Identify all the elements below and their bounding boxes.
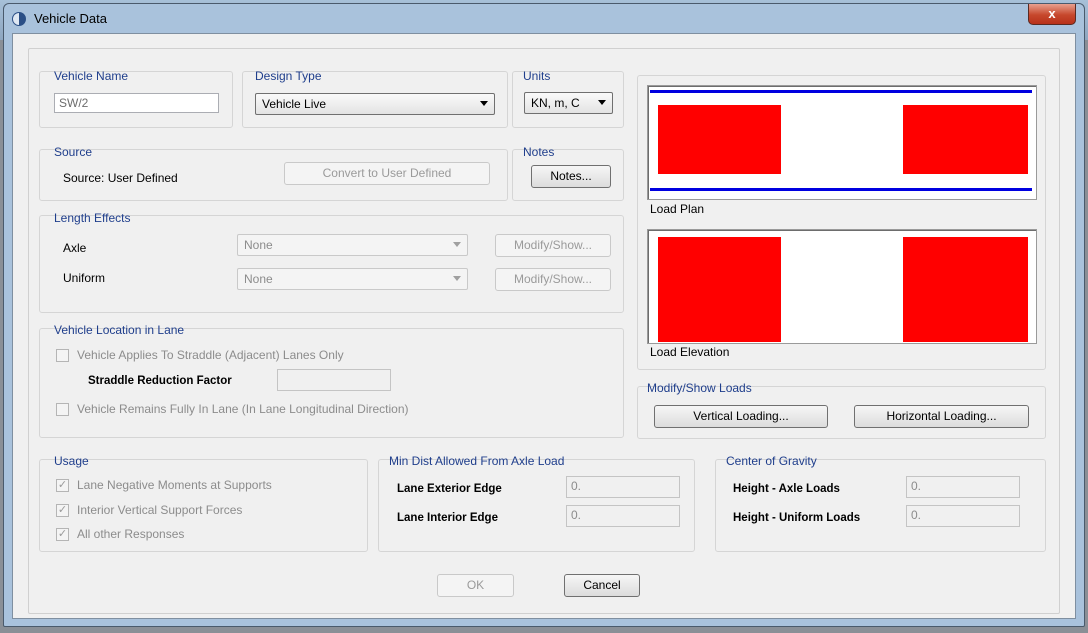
- straddle-factor-label: Straddle Reduction Factor: [88, 375, 232, 387]
- load-plan-right-block: [903, 105, 1028, 174]
- vehicle-name-input[interactable]: SW/2: [54, 93, 219, 113]
- usage-checkbox-other-responses[interactable]: ✓: [56, 528, 69, 541]
- chevron-down-icon: [453, 276, 461, 281]
- length-effects-group: [39, 215, 624, 313]
- uniform-modify-show-button[interactable]: Modify/Show...: [495, 268, 611, 291]
- app-icon: [12, 12, 26, 26]
- lane-exterior-edge-label: Lane Exterior Edge: [397, 483, 502, 495]
- units-label: Units: [523, 69, 551, 83]
- min-dist-label: Min Dist Allowed From Axle Load: [389, 454, 565, 468]
- lane-exterior-edge-input[interactable]: 0.: [566, 476, 680, 498]
- usage-label-other-responses: All other Responses: [77, 527, 185, 541]
- dialog-client-area: Vehicle Name SW/2 Design Type Vehicle Li…: [12, 33, 1076, 619]
- source-text: Source: User Defined: [63, 171, 178, 185]
- axle-length-effect-value: None: [244, 238, 273, 252]
- usage-checkbox-negative-moments[interactable]: ✓: [56, 479, 69, 492]
- chevron-down-icon: [453, 242, 461, 247]
- load-plan-label: Load Plan: [650, 202, 705, 216]
- design-type-value: Vehicle Live: [262, 97, 327, 111]
- window-title: Vehicle Data: [34, 11, 107, 26]
- design-type-label: Design Type: [255, 69, 322, 83]
- title-bar[interactable]: Vehicle Data x: [4, 4, 1084, 32]
- straddle-factor-input[interactable]: [277, 369, 391, 391]
- lane-edge-line-top: [650, 90, 1032, 93]
- usage-label-support-forces: Interior Vertical Support Forces: [77, 503, 243, 517]
- notes-button[interactable]: Notes...: [531, 165, 611, 188]
- lane-edge-line-bottom: [650, 188, 1032, 191]
- cancel-button[interactable]: Cancel: [564, 574, 640, 597]
- fully-in-lane-checkbox[interactable]: [56, 403, 69, 416]
- height-uniform-loads-label: Height - Uniform Loads: [733, 512, 861, 524]
- lane-interior-edge-label: Lane Interior Edge: [397, 512, 498, 524]
- units-select[interactable]: KN, m, C: [524, 92, 613, 114]
- design-type-select[interactable]: Vehicle Live: [255, 93, 495, 115]
- convert-to-user-defined-button[interactable]: Convert to User Defined: [284, 162, 490, 185]
- load-elevation-right-block: [903, 237, 1028, 342]
- center-of-gravity-label: Center of Gravity: [726, 454, 817, 468]
- usage-label-negative-moments: Lane Negative Moments at Supports: [77, 478, 272, 492]
- uniform-length-effect-select[interactable]: None: [237, 268, 468, 290]
- load-elevation-canvas: [647, 229, 1037, 344]
- lane-interior-edge-input[interactable]: 0.: [566, 505, 680, 527]
- dialog-panel: Vehicle Name SW/2 Design Type Vehicle Li…: [28, 48, 1060, 614]
- usage-checkbox-support-forces[interactable]: ✓: [56, 504, 69, 517]
- source-label: Source: [54, 145, 93, 159]
- uniform-label: Uniform: [63, 271, 106, 285]
- straddle-only-checkbox[interactable]: [56, 349, 69, 362]
- horizontal-loading-button[interactable]: Horizontal Loading...: [854, 405, 1029, 428]
- load-plan-canvas: [647, 85, 1037, 200]
- height-axle-loads-label: Height - Axle Loads: [733, 483, 840, 495]
- chevron-down-icon: [598, 100, 606, 105]
- vehicle-data-dialog: Vehicle Data x Vehicle Name SW/2 Design …: [3, 3, 1085, 627]
- load-elevation-left-block: [658, 237, 781, 342]
- modify-loads-label: Modify/Show Loads: [647, 381, 752, 395]
- axle-length-effect-select[interactable]: None: [237, 234, 468, 256]
- vehicle-name-label: Vehicle Name: [54, 69, 129, 83]
- height-uniform-loads-input[interactable]: 0.: [906, 505, 1020, 527]
- fully-in-lane-label: Vehicle Remains Fully In Lane (In Lane L…: [77, 402, 409, 416]
- vertical-loading-button[interactable]: Vertical Loading...: [654, 405, 828, 428]
- axle-label: Axle: [63, 241, 87, 255]
- axle-modify-show-button[interactable]: Modify/Show...: [495, 234, 611, 257]
- units-value: KN, m, C: [531, 96, 580, 110]
- usage-label: Usage: [54, 454, 89, 468]
- height-axle-loads-input[interactable]: 0.: [906, 476, 1020, 498]
- load-elevation-label: Load Elevation: [650, 345, 730, 359]
- length-effects-label: Length Effects: [54, 211, 131, 225]
- notes-label: Notes: [523, 145, 555, 159]
- ok-button[interactable]: OK: [437, 574, 514, 597]
- vehicle-location-label: Vehicle Location in Lane: [54, 323, 185, 337]
- chevron-down-icon: [480, 101, 488, 106]
- load-plan-left-block: [658, 105, 781, 174]
- close-button[interactable]: x: [1028, 4, 1076, 25]
- uniform-length-effect-value: None: [244, 272, 273, 286]
- straddle-only-label: Vehicle Applies To Straddle (Adjacent) L…: [77, 348, 344, 362]
